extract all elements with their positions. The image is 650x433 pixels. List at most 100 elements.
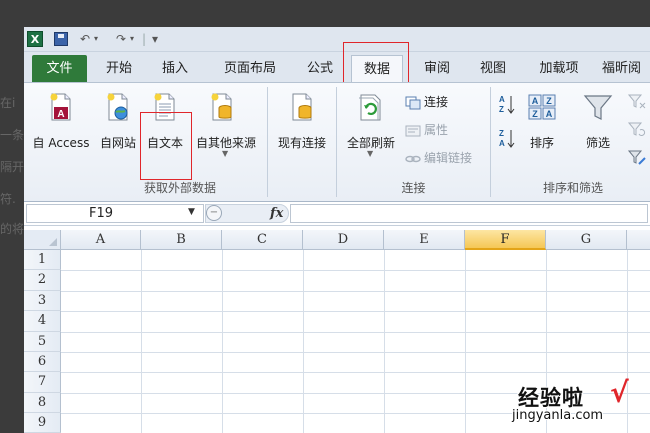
sort-descending-button[interactable]: Z A (498, 127, 518, 151)
filter-button[interactable]: 筛选 (576, 87, 620, 151)
name-box-value: F19 (89, 206, 114, 221)
row-header-4[interactable]: 4 (24, 311, 61, 332)
customize-qat-icon[interactable]: ▾ (152, 31, 158, 47)
link-icon (405, 155, 421, 162)
chevron-down-icon: ▼ (222, 149, 229, 158)
tab-page-layout[interactable]: 页面布局 (214, 55, 286, 82)
name-box[interactable]: F19 (26, 204, 204, 223)
column-header-e[interactable]: E (384, 230, 465, 250)
column-header-c[interactable]: C (222, 230, 303, 250)
advanced-filter-button[interactable] (627, 149, 648, 169)
row-header-2[interactable]: 2 (24, 270, 61, 291)
grid-line (222, 250, 223, 433)
row-header-3[interactable]: 3 (24, 290, 61, 312)
quick-access-toolbar: X ↶ ▾ ↷ ▾ | ▾ (24, 27, 650, 52)
grid-line (384, 250, 385, 433)
tab-data[interactable]: 数据 (351, 55, 403, 82)
tab-file[interactable]: 文件 (32, 55, 87, 82)
from-access-button[interactable]: A 自 Access (26, 87, 96, 151)
grid-line (465, 250, 466, 433)
undo-dropdown-icon[interactable]: ▾ (94, 31, 98, 47)
connections-button[interactable]: 连接 (405, 92, 448, 112)
sort-ascending-icon: A Z (499, 95, 515, 114)
watermark-url: jingyanla.com (512, 408, 604, 423)
insert-function-button[interactable]: fx (270, 204, 283, 223)
save-icon[interactable] (54, 32, 68, 46)
edit-links-button[interactable]: 编辑链接 (405, 148, 472, 168)
from-web-label: 自网站 (99, 136, 136, 150)
column-header-d[interactable]: D (303, 230, 384, 250)
grid-line (61, 352, 650, 353)
formula-input[interactable] (290, 204, 648, 223)
filter-label: 筛选 (585, 136, 610, 150)
name-box-dropdown-icon[interactable]: ▼ (188, 207, 195, 217)
from-web-button[interactable]: 自网站 (96, 87, 140, 151)
column-header-partial[interactable] (627, 230, 650, 250)
sort-button[interactable]: A Z Z A 排序 (522, 87, 562, 151)
connections-icon (405, 96, 421, 109)
access-database-icon: A (50, 93, 71, 121)
svg-text:A: A (57, 109, 64, 120)
sort-dialog-icon: A Z Z A (528, 94, 556, 120)
svg-text:A: A (546, 109, 553, 119)
connections-label: 连接 (424, 95, 449, 109)
watermark: 经验啦 √ jingyanla.com (510, 376, 645, 430)
row-header-9[interactable]: 9 (24, 413, 61, 433)
tab-formulas[interactable]: 公式 (298, 55, 342, 82)
checkmark-icon: √ (610, 376, 629, 409)
undo-icon[interactable]: ↶ (80, 31, 90, 47)
row-header-5[interactable]: 5 (24, 331, 61, 352)
excel-icon[interactable]: X (27, 31, 43, 47)
screenshot-stage: 在i 一条 隔开 符. 的将 X ↶ ▾ ↷ ▾ | ▾ 文件 开始 插入 页面… (0, 0, 650, 433)
background-text-fragment: 一条 (0, 128, 25, 142)
tab-add-ins[interactable]: 加载项 (530, 55, 588, 82)
select-all-corner[interactable] (24, 230, 61, 250)
background-text-fragment: 的将 (0, 222, 25, 236)
chevron-down-icon: ▼ (367, 149, 374, 158)
sort-label: 排序 (529, 136, 554, 150)
clear-filter-button[interactable] (627, 93, 648, 113)
column-header-b[interactable]: B (141, 230, 222, 250)
from-other-sources-button[interactable]: 自其他来源 ▼ (190, 87, 262, 158)
text-file-icon (154, 93, 175, 121)
clear-filter-icon (627, 94, 646, 109)
get-external-data-group-label: 获取外部数据 (143, 181, 216, 195)
svg-text:A: A (499, 95, 505, 104)
column-header-f[interactable]: F (465, 230, 546, 250)
grid-line (61, 290, 650, 292)
connections-group-label: 连接 (401, 181, 426, 195)
redo-icon[interactable]: ↷ (116, 31, 126, 47)
sort-descending-icon: Z A (499, 129, 515, 148)
row-header-8[interactable]: 8 (24, 392, 61, 414)
refresh-all-button[interactable]: 全部刷新 ▼ (340, 87, 402, 158)
sort-ascending-button[interactable]: A Z (498, 93, 518, 117)
web-globe-icon (107, 93, 128, 121)
row-header-7[interactable]: 7 (24, 372, 61, 393)
column-header-g[interactable]: G (546, 230, 627, 250)
from-text-button[interactable]: 自文本 (142, 87, 188, 151)
grid-line (141, 250, 142, 433)
background-text-fragment: 符. (0, 192, 16, 206)
row-header-1[interactable]: 1 (24, 250, 61, 271)
column-header-a[interactable]: A (61, 230, 141, 250)
svg-text:A: A (532, 96, 539, 106)
svg-text:Z: Z (546, 96, 552, 106)
filter-funnel-icon (583, 95, 613, 120)
grid-line (61, 331, 650, 333)
reapply-filter-button[interactable] (627, 121, 648, 141)
tab-home[interactable]: 开始 (96, 55, 142, 82)
expand-icon[interactable]: − (206, 205, 222, 221)
qat-divider: | (142, 32, 147, 46)
tab-foxit-reader[interactable]: 福昕阅 (602, 55, 650, 82)
grid-line (61, 311, 650, 313)
tab-insert[interactable]: 插入 (152, 55, 198, 82)
properties-button[interactable]: 属性 (405, 120, 448, 140)
other-sources-icon (211, 93, 232, 121)
grid-line (303, 250, 304, 433)
existing-connections-button[interactable]: 现有连接 (272, 87, 332, 151)
redo-dropdown-icon[interactable]: ▾ (130, 31, 134, 47)
tab-review[interactable]: 审阅 (414, 55, 460, 82)
properties-icon (405, 125, 421, 136)
row-header-6[interactable]: 6 (24, 352, 61, 373)
tab-view[interactable]: 视图 (470, 55, 516, 82)
